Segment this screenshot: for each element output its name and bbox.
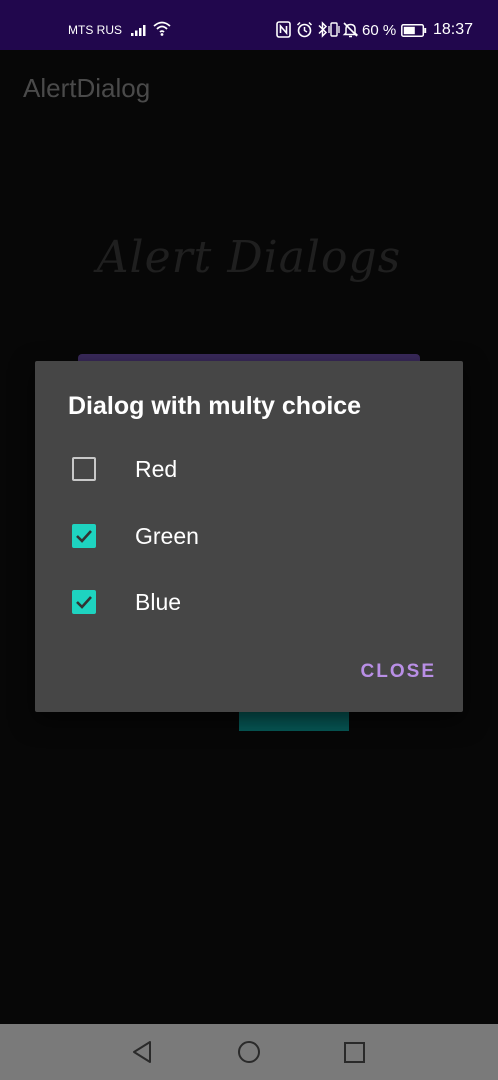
close-button[interactable]: CLOSE (361, 661, 436, 683)
carrier-name: MTS RUS (68, 23, 122, 37)
app-title: AlertDialog (23, 73, 151, 103)
battery-icon (401, 24, 427, 42)
checkbox-green[interactable] (72, 524, 96, 548)
wifi-icon (153, 21, 173, 42)
checkmark-icon (76, 596, 92, 609)
home-icon[interactable] (237, 1040, 261, 1069)
hero-title: Alert Dialogs (96, 232, 402, 283)
back-icon[interactable] (130, 1040, 154, 1069)
option-label: Green (135, 523, 199, 549)
option-label: Red (135, 456, 178, 482)
alarm-icon (296, 21, 313, 43)
signal-icon (131, 23, 149, 41)
bluetooth-icon (318, 21, 328, 43)
battery-percent: 60 % (362, 22, 397, 39)
option-green[interactable]: Green (35, 506, 463, 566)
multi-choice-dialog: Dialog with multy choice Red Green Blue … (35, 361, 463, 712)
vibrate-icon (328, 21, 340, 43)
recents-icon[interactable] (344, 1042, 365, 1068)
option-red[interactable]: Red (35, 439, 463, 499)
status-clock: 18:37 (433, 21, 474, 38)
option-label: Blue (135, 589, 182, 615)
checkmark-icon (76, 530, 92, 543)
navigation-bar (0, 1024, 498, 1080)
dialog-title: Dialog with multy choice (68, 392, 362, 420)
nfc-icon (276, 21, 291, 43)
checkbox-blue[interactable] (72, 590, 96, 614)
checkbox-red[interactable] (72, 457, 96, 481)
app-screen: MTS RUS 60 % 18:37 AlertDialog Alert Dia… (0, 0, 498, 1080)
status-bar: MTS RUS 60 % 18:37 (0, 0, 498, 50)
mute-icon (342, 21, 359, 43)
option-blue[interactable]: Blue (35, 572, 463, 632)
